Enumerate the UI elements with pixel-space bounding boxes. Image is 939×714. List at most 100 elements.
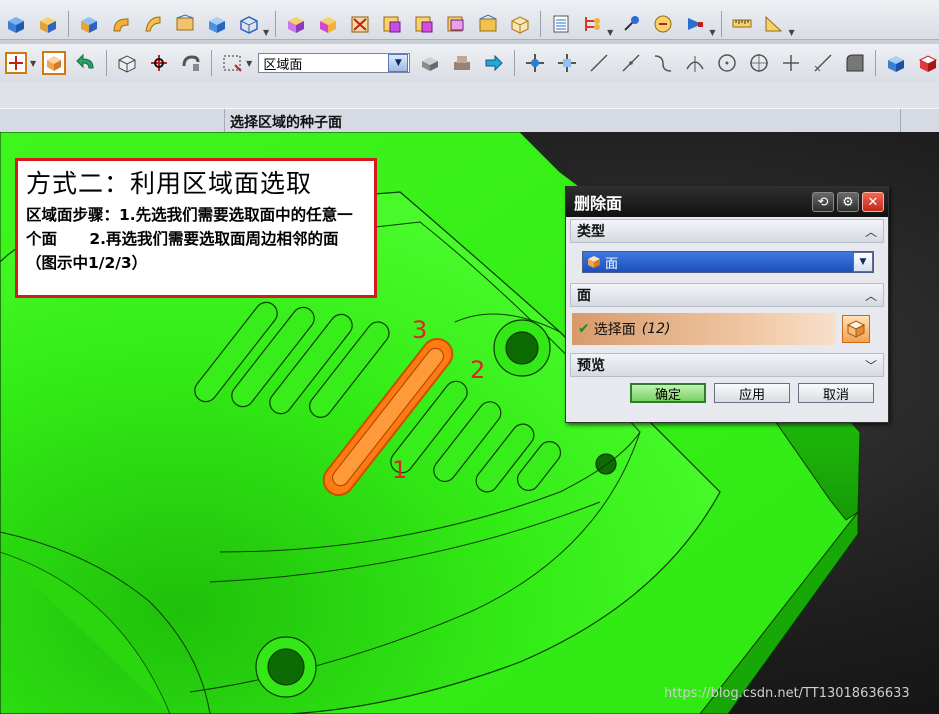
ok-button[interactable]: 确定 [630, 383, 706, 403]
dialog-title: 删除面 [574, 194, 623, 213]
delete-face-icon[interactable] [347, 11, 373, 37]
snap-point-icon[interactable] [3, 50, 29, 76]
toolbar-separator [514, 50, 516, 76]
offset-face-icon[interactable] [315, 11, 341, 37]
wire-cube-icon[interactable] [507, 11, 533, 37]
group-preview-label: 预览 [577, 358, 605, 374]
chevron-down-icon[interactable]: ▼ [853, 252, 873, 272]
line-icon[interactable] [586, 50, 612, 76]
measure-icon[interactable] [650, 11, 676, 37]
select-face-field[interactable]: ✔ 选择面 (12) [572, 313, 836, 345]
checkmark-icon: ✔ [578, 321, 590, 337]
toolbar-separator [106, 50, 108, 76]
dropdown-arrow-icon[interactable]: ▼ [607, 28, 613, 37]
pin-icon[interactable] [618, 11, 644, 37]
wire-cube-icon[interactable] [236, 11, 262, 37]
edge-face-icon[interactable] [475, 11, 501, 37]
dialog-buttons: 确定 应用 取消 [566, 377, 888, 403]
cue-message: 选择区域的种子面 [230, 115, 342, 131]
replace-face-icon[interactable] [443, 11, 469, 37]
face-cube-icon [588, 256, 600, 268]
group-face-label: 面 [577, 288, 591, 304]
move-handle-icon[interactable] [554, 50, 580, 76]
shaded-block-icon[interactable] [417, 50, 443, 76]
undo-arrow-icon[interactable] [73, 50, 99, 76]
chevron-down-icon[interactable]: ▼ [388, 54, 409, 72]
nx-window: ▼ ▼ ▼ ▼ ▼ ▼ 区域面 ▼ 选择区域的种子面 3 2 1 方式二：利用区… [0, 0, 939, 714]
toolbar-separator [721, 11, 723, 37]
line-icon[interactable] [618, 50, 644, 76]
view-cube-icon[interactable] [41, 50, 67, 76]
face-cube-icon [846, 320, 866, 338]
gear-icon[interactable]: ⚙ [837, 192, 859, 212]
rotate-view-icon[interactable] [114, 50, 140, 76]
shaded-block-icon[interactable] [449, 50, 475, 76]
shaded-block-icon[interactable] [76, 11, 102, 37]
group-preview-header[interactable]: 预览 ﹀ [570, 353, 884, 377]
type-row: 面 ▼ [566, 243, 888, 281]
move-handle-icon[interactable] [522, 50, 548, 76]
blend-icon[interactable] [140, 11, 166, 37]
toolbar-row-1: ▼ ▼ ▼ ▼ [0, 0, 939, 40]
dropdown-arrow-icon[interactable]: ▼ [709, 28, 715, 37]
toolbar-separator [211, 50, 213, 76]
rectangle-select-icon[interactable] [219, 50, 245, 76]
tree-icon[interactable] [682, 11, 708, 37]
red-cube-icon[interactable] [915, 50, 939, 76]
chevron-up-icon[interactable]: ︿ [865, 223, 877, 240]
sheet-icon[interactable] [172, 11, 198, 37]
close-icon[interactable]: ✕ [862, 192, 884, 212]
apply-button[interactable]: 应用 [714, 383, 790, 403]
select-face-button[interactable] [842, 315, 870, 343]
group-type-header[interactable]: 类型 ︿ [570, 219, 884, 243]
dropdown-arrow-icon[interactable]: ▼ [246, 59, 252, 68]
chevron-up-icon[interactable]: ︿ [865, 287, 877, 304]
selection-filter-value: 区域面 [263, 57, 303, 73]
mark-2: 2 [470, 356, 486, 384]
group-type-label: 类型 [577, 224, 605, 240]
curve-icon[interactable] [650, 50, 676, 76]
circle-icon[interactable] [746, 50, 772, 76]
layer-icon[interactable] [548, 11, 574, 37]
point-plus-icon[interactable] [778, 50, 804, 76]
cube-icon[interactable] [883, 50, 909, 76]
arc-icon[interactable] [682, 50, 708, 76]
dropdown-arrow-icon[interactable]: ▼ [30, 59, 36, 68]
tree-icon[interactable] [580, 11, 606, 37]
replace-face-icon[interactable] [379, 11, 405, 37]
pan-view-icon[interactable] [178, 50, 204, 76]
shaded-block-icon[interactable] [35, 11, 61, 37]
replace-face-icon[interactable] [411, 11, 437, 37]
dialog-title-bar[interactable]: 删除面 ⟲ ⚙ ✕ [566, 187, 888, 217]
selection-filter-combo[interactable]: 区域面 ▼ [258, 53, 411, 73]
chevron-down-icon[interactable]: ﹀ [865, 357, 877, 374]
reset-icon[interactable]: ⟲ [812, 192, 834, 212]
line-icon[interactable] [810, 50, 836, 76]
group-face-header[interactable]: 面 ︿ [570, 283, 884, 307]
dropdown-arrow-icon[interactable]: ▼ [788, 28, 794, 37]
dropdown-arrow-icon[interactable]: ▼ [263, 28, 269, 37]
cancel-button[interactable]: 取消 [798, 383, 874, 403]
select-face-count: (12) [641, 321, 671, 337]
toolbar-empty-row [0, 82, 939, 108]
cue-left-cell [0, 109, 225, 133]
mark-3: 3 [412, 316, 428, 344]
toolbar-row-2: ▼ ▼ 区域面 ▼ [0, 44, 939, 83]
blend-icon[interactable] [842, 50, 868, 76]
ruler-icon[interactable] [729, 11, 755, 37]
forward-arrow-icon[interactable] [481, 50, 507, 76]
blend-icon[interactable] [108, 11, 134, 37]
annotation-callout: 方式二：利用区域面选取 区域面步骤：1.先选我们需要选取面中的任意一个面 2.再… [15, 158, 377, 298]
toolbar-separator [540, 11, 542, 37]
watermark: https://blog.csdn.net/TT13018636633 [664, 686, 910, 701]
type-select[interactable]: 面 ▼ [582, 251, 874, 273]
cue-right-cell [900, 109, 939, 133]
toolbar-separator [875, 50, 877, 76]
move-face-icon[interactable] [283, 11, 309, 37]
protractor-icon[interactable] [761, 11, 787, 37]
circle-icon[interactable] [714, 50, 740, 76]
orient-view-icon[interactable] [146, 50, 172, 76]
annotation-body: 区域面步骤：1.先选我们需要选取面中的任意一个面 2.再选我们需要选取面周边相邻… [26, 206, 353, 272]
shaded-block-icon[interactable] [3, 11, 29, 37]
cube-icon[interactable] [204, 11, 230, 37]
